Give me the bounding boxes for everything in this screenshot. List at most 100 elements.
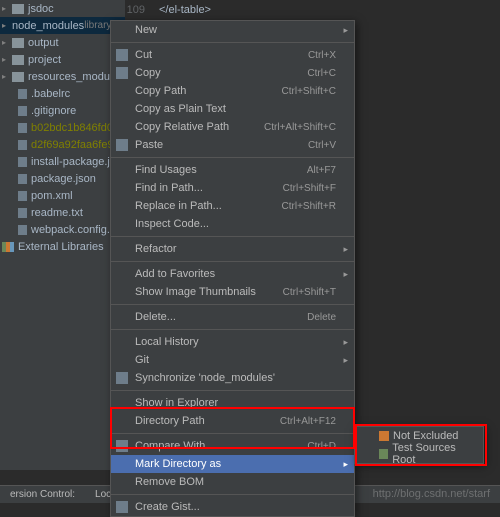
menu-label: Refactor: [135, 243, 177, 255]
menu-label: Delete...: [135, 311, 176, 323]
file-icon: [18, 123, 27, 133]
menu-label: Copy Path: [135, 85, 186, 97]
menu-copy-path[interactable]: Copy Path Ctrl+Shift+C: [111, 82, 354, 100]
folder-jsdoc[interactable]: ▸ jsdoc: [0, 0, 125, 17]
paste-icon: [116, 139, 128, 151]
menu-label: Compare With...: [135, 440, 214, 452]
menu-label: Show Image Thumbnails: [135, 286, 256, 298]
file-b02bdc1b846fd0[interactable]: b02bdc1b846fd0: [0, 119, 125, 136]
menu-show-image-thumbnails[interactable]: Show Image ThumbnailsCtrl+Shift+T: [111, 283, 354, 301]
menu-mark-directory-as[interactable]: Mark Directory as▸: [111, 455, 354, 473]
menu-label: Paste: [135, 139, 163, 151]
file-icon: [18, 191, 27, 201]
submenu-test-sources-root[interactable]: Test Sources Root: [355, 445, 483, 463]
folder-icon: [379, 449, 388, 459]
project-sidebar[interactable]: ▸jsdoc▸node_modules library root▸output▸…: [0, 0, 125, 470]
file-.babelrc[interactable]: .babelrc: [0, 85, 125, 102]
menu-directory-path[interactable]: Directory Path Ctrl+Alt+F12: [111, 412, 354, 430]
menu-label: Find in Path...: [135, 182, 203, 194]
menu-git[interactable]: Git▸: [111, 351, 354, 369]
menu-label: Add to Favorites: [135, 268, 215, 280]
tree-label: readme.txt: [31, 207, 83, 219]
menu-find-usages[interactable]: Find UsagesAlt+F7: [111, 161, 354, 179]
menu-add-to-favorites[interactable]: Add to Favorites ▸: [111, 265, 354, 283]
menu-label: Copy Relative Path: [135, 121, 229, 133]
shortcut: Ctrl+C: [307, 68, 336, 79]
cmp-icon: [116, 440, 128, 452]
file-icon: [18, 140, 27, 150]
menu-find-in-path-[interactable]: Find in Path... Ctrl+Shift+F: [111, 179, 354, 197]
file-icon: [18, 157, 27, 167]
chevron-right-icon: ▸: [343, 25, 348, 36]
file-pom.xml[interactable]: pom.xml: [0, 187, 125, 204]
menu-copy-as-plain-text[interactable]: Copy as Plain Text: [111, 100, 354, 118]
menu-paste[interactable]: Paste Ctrl+V: [111, 136, 354, 154]
shortcut: Ctrl+Shift+R: [282, 201, 336, 212]
shortcut: Ctrl+Alt+F12: [280, 416, 336, 427]
menu-copy[interactable]: CopyCtrl+C: [111, 64, 354, 82]
tree-label: project: [28, 54, 61, 66]
file-package.json[interactable]: package.json: [0, 170, 125, 187]
menu-label: Cut: [135, 49, 152, 61]
tree-label: output: [28, 37, 59, 49]
file-webpack.config.[interactable]: webpack.config.: [0, 221, 125, 238]
menu-label: Mark Directory as: [135, 458, 221, 470]
chevron-right-icon: ▸: [343, 355, 348, 366]
external-libraries[interactable]: External Libraries: [0, 238, 125, 255]
tree-label: .gitignore: [31, 105, 76, 117]
menu-create-gist-[interactable]: Create Gist...: [111, 498, 354, 516]
file-d2f69a92faa6fe9[interactable]: d2f69a92faa6fe9: [0, 136, 125, 153]
folder-resources_modu[interactable]: ▸ resources_modu: [0, 68, 125, 85]
tree-label: b02bdc1b846fd0: [31, 122, 113, 134]
library-icon: [2, 242, 14, 252]
cut-icon: [116, 49, 128, 61]
tree-label: webpack.config.: [31, 224, 110, 236]
tree-label: node_modules: [12, 20, 84, 32]
chevron-icon: ▸: [2, 38, 10, 47]
chevron-right-icon: ▸: [343, 269, 348, 280]
menu-cut[interactable]: Cut Ctrl+X: [111, 46, 354, 64]
menu-refactor[interactable]: Refactor ▸: [111, 240, 354, 258]
chevron-icon: ▸: [2, 4, 10, 13]
sync-icon: [116, 372, 128, 384]
shortcut: Ctrl+Shift+C: [282, 86, 336, 97]
folder-icon: [12, 4, 24, 14]
shortcut: Ctrl+X: [308, 50, 336, 61]
file-install-package.js[interactable]: install-package.js: [0, 153, 125, 170]
menu-label: Local History: [135, 336, 199, 348]
menu-delete-[interactable]: Delete...Delete: [111, 308, 354, 326]
tree-label: pom.xml: [31, 190, 73, 202]
folder-icon: [12, 55, 24, 65]
folder-project[interactable]: ▸project: [0, 51, 125, 68]
file-.gitignore[interactable]: .gitignore: [0, 102, 125, 119]
menu-label: Remove BOM: [135, 476, 204, 488]
code-line[interactable]: </el-table>: [159, 4, 492, 19]
file-icon: [18, 106, 27, 116]
folder-output[interactable]: ▸ output: [0, 34, 125, 51]
chevron-icon: ▸: [2, 21, 6, 30]
menu-synchronize-node-modules-[interactable]: Synchronize 'node_modules': [111, 369, 354, 387]
folder-icon: [379, 431, 389, 441]
menu-local-history[interactable]: Local History▸: [111, 333, 354, 351]
menu-replace-in-path-[interactable]: Replace in Path...Ctrl+Shift+R: [111, 197, 354, 215]
file-readme.txt[interactable]: readme.txt: [0, 204, 125, 221]
menu-remove-bom[interactable]: Remove BOM: [111, 473, 354, 491]
shortcut: Ctrl+Shift+F: [283, 183, 336, 194]
menu-copy-relative-path[interactable]: Copy Relative PathCtrl+Alt+Shift+C: [111, 118, 354, 136]
tree-label: install-package.js: [31, 156, 115, 168]
chevron-icon: ▸: [2, 72, 10, 81]
menu-label: Directory Path: [135, 415, 205, 427]
mark-directory-submenu: Not ExcludedTest Sources Root: [354, 426, 484, 464]
tree-label: resources_modu: [28, 71, 110, 83]
file-icon: [18, 174, 27, 184]
menu-inspect-code-[interactable]: Inspect Code...: [111, 215, 354, 233]
menu-compare-with-[interactable]: Compare With...Ctrl+D: [111, 437, 354, 455]
menu-new[interactable]: New▸: [111, 21, 354, 39]
folder-node_modules[interactable]: ▸node_modules library root: [0, 17, 125, 34]
version-control-label: ersion Control:: [0, 486, 85, 503]
file-icon: [18, 208, 27, 218]
chevron-right-icon: ▸: [343, 244, 348, 255]
shortcut: Ctrl+V: [308, 140, 336, 151]
menu-show-in-explorer[interactable]: Show in Explorer: [111, 394, 354, 412]
tree-label: jsdoc: [28, 3, 54, 15]
